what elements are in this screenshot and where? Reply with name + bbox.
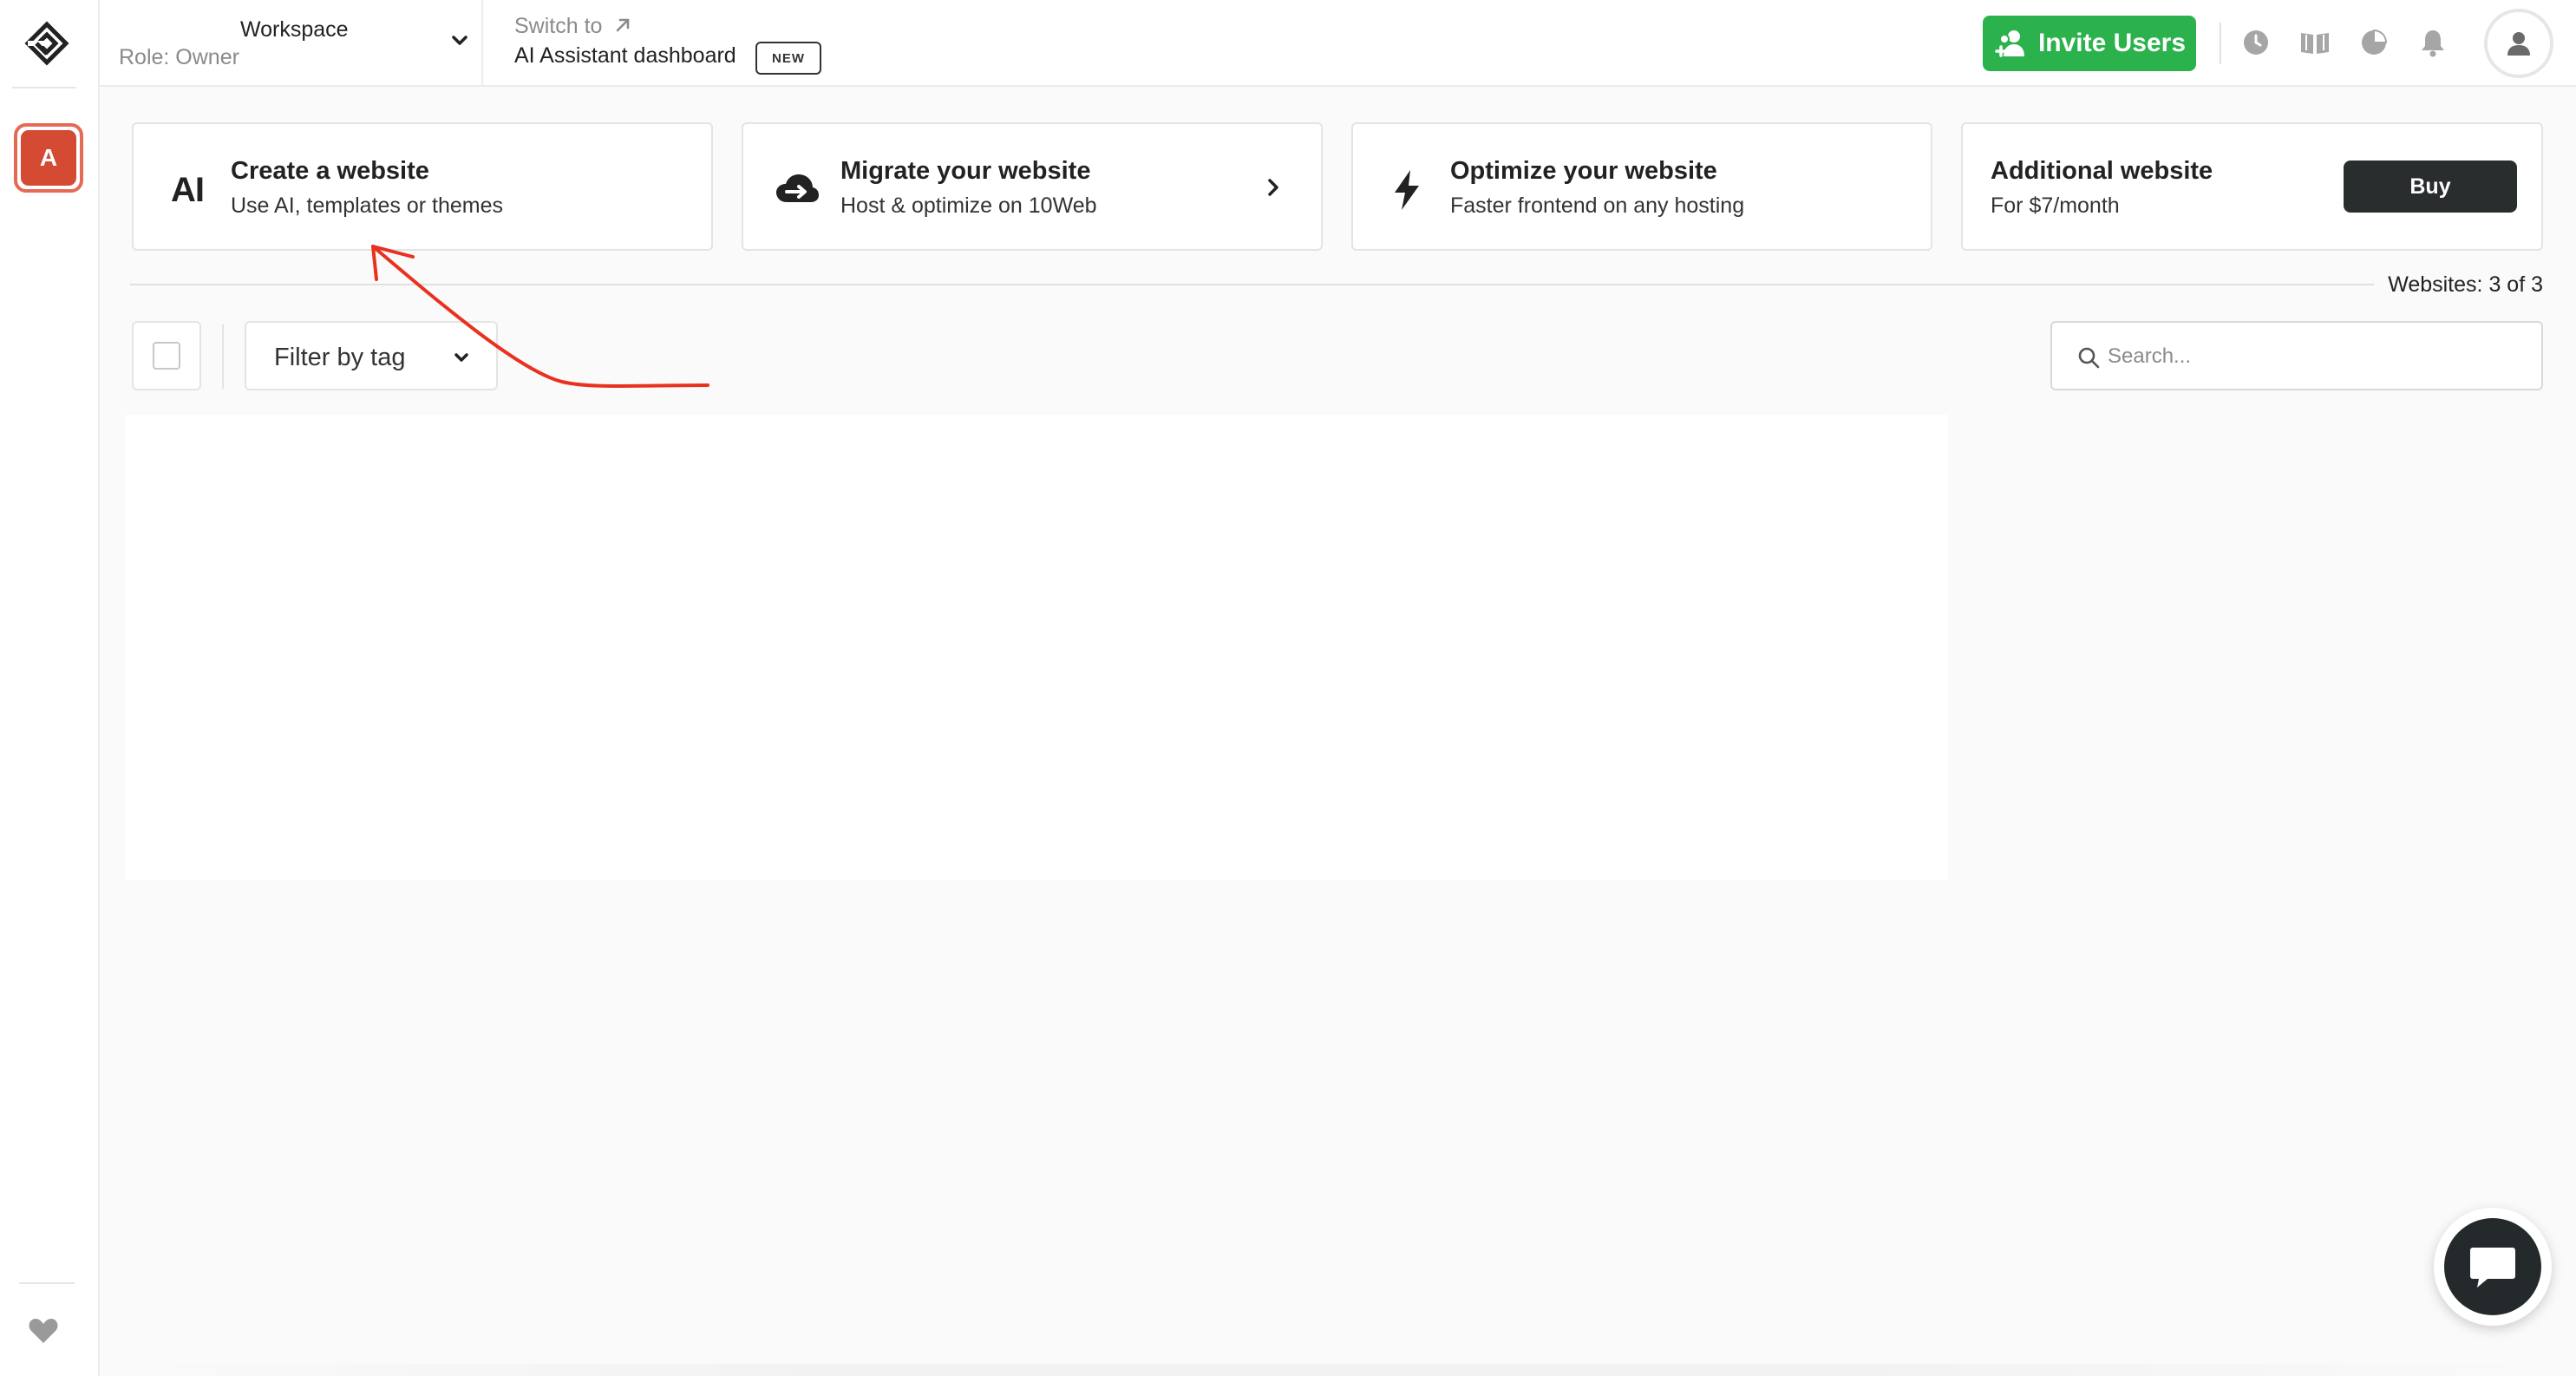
card-title: Create a website bbox=[231, 157, 429, 185]
bottom-edge bbox=[100, 1364, 2576, 1376]
search-icon bbox=[2078, 347, 2100, 369]
workspace-initial: A bbox=[21, 130, 76, 186]
sidebar-divider bbox=[12, 87, 76, 88]
card-subtitle: Host & optimize on 10Web bbox=[840, 193, 1097, 218]
buy-button[interactable]: Buy bbox=[2344, 161, 2517, 213]
ai-dashboard-link[interactable]: AI Assistant dashboard bbox=[514, 43, 736, 69]
chat-support-button[interactable] bbox=[2434, 1208, 2552, 1326]
select-all-checkbox[interactable] bbox=[132, 321, 201, 390]
ai-icon: AI bbox=[163, 166, 212, 214]
websites-count: Websites: 3 of 3 bbox=[2374, 272, 2543, 298]
search-input[interactable] bbox=[2108, 335, 2515, 378]
chevron-right-icon bbox=[1268, 179, 1278, 196]
websites-list-panel bbox=[125, 415, 1948, 880]
bell-icon[interactable] bbox=[2416, 26, 2449, 59]
migrate-website-card[interactable]: Migrate your website Host & optimize on … bbox=[742, 122, 1323, 251]
card-title: Migrate your website bbox=[840, 157, 1091, 185]
chat-icon bbox=[2444, 1218, 2541, 1315]
lightning-icon bbox=[1383, 166, 1431, 214]
history-icon[interactable] bbox=[2239, 26, 2272, 59]
user-icon bbox=[2507, 32, 2530, 56]
left-sidebar: A bbox=[0, 0, 100, 1376]
invite-users-label: Invite Users bbox=[2037, 29, 2187, 57]
create-website-card[interactable]: AI Create a website Use AI, templates or… bbox=[132, 122, 713, 251]
search-box bbox=[2050, 321, 2543, 390]
top-header: Workspace Role: Owner Switch to AI Assis… bbox=[100, 0, 2576, 87]
header-separator bbox=[2220, 23, 2221, 64]
card-title: Optimize your website bbox=[1450, 157, 1717, 185]
tenweb-logo-icon[interactable] bbox=[21, 17, 73, 69]
invite-users-icon bbox=[1995, 30, 2024, 57]
workspace-avatar[interactable]: A bbox=[14, 123, 83, 193]
card-title: Additional website bbox=[1991, 157, 2213, 185]
heart-icon[interactable] bbox=[26, 1315, 61, 1347]
count-divider bbox=[130, 284, 2375, 285]
card-subtitle: Faster frontend on any hosting bbox=[1450, 193, 1745, 218]
chevron-down-icon bbox=[454, 353, 468, 362]
external-arrow-icon bbox=[616, 18, 630, 32]
cloud-upload-icon bbox=[773, 166, 821, 214]
card-subtitle: For $7/month bbox=[1991, 193, 2120, 218]
invite-users-button[interactable]: Invite Users bbox=[1983, 16, 2196, 71]
workspace-title: Workspace bbox=[240, 17, 349, 42]
checkbox-box bbox=[153, 342, 180, 370]
book-icon[interactable] bbox=[2298, 26, 2331, 59]
sidebar-divider-bottom bbox=[19, 1282, 75, 1284]
workspace-switcher[interactable]: Workspace Role: Owner bbox=[100, 0, 483, 85]
pie-chart-icon[interactable] bbox=[2357, 26, 2390, 59]
workspace-role: Role: Owner bbox=[119, 45, 239, 69]
chevron-down-icon bbox=[452, 36, 467, 45]
card-subtitle: Use AI, templates or themes bbox=[231, 193, 504, 218]
user-profile-button[interactable] bbox=[2484, 9, 2553, 78]
optimize-website-card[interactable]: Optimize your website Faster frontend on… bbox=[1351, 122, 1932, 251]
filter-separator bbox=[222, 324, 224, 389]
switch-to-label: Switch to bbox=[514, 14, 603, 38]
new-badge: NEW bbox=[755, 42, 821, 75]
filter-label: Filter by tag bbox=[274, 344, 406, 371]
filter-by-tag-dropdown[interactable]: Filter by tag bbox=[245, 321, 498, 390]
ai-icon-text: AI bbox=[171, 170, 205, 209]
additional-website-card: Additional website For $7/month Buy bbox=[1961, 122, 2543, 251]
